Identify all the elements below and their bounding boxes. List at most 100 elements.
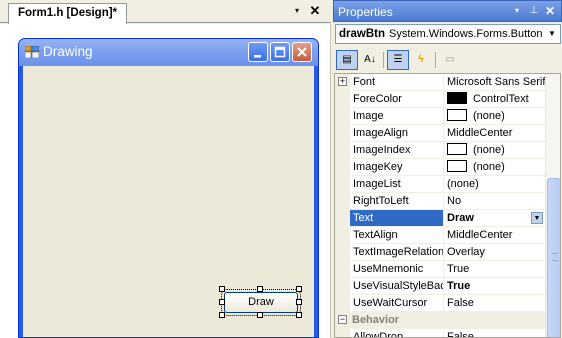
property-row[interactable]: TextAlign MiddleCenter (335, 227, 545, 244)
property-row[interactable]: Text Draw ▼ (335, 210, 545, 227)
window-position-dropdown-icon[interactable]: ▾ (510, 4, 524, 18)
minimize-button[interactable] (248, 42, 268, 62)
property-name[interactable]: TextAlign (350, 227, 444, 244)
property-row[interactable]: UseMnemonic True (335, 261, 545, 278)
property-name[interactable]: ForeColor (350, 91, 444, 108)
property-name[interactable]: ImageAlign (350, 125, 444, 142)
property-value[interactable]: No (444, 193, 545, 210)
property-value[interactable]: ControlText (444, 91, 545, 108)
color-swatch (447, 143, 467, 155)
property-value[interactable]: MiddleCenter (444, 125, 545, 142)
property-value[interactable]: Microsoft Sans Serif (444, 74, 545, 91)
property-grid[interactable]: + Font Microsoft Sans Serif ForeColor Contro… (334, 73, 561, 338)
form-titlebar[interactable]: Drawing (19, 39, 318, 66)
property-value-text: (none) (447, 178, 479, 190)
resize-handle[interactable] (219, 312, 225, 318)
property-row[interactable]: UseWaitCursor False (335, 295, 545, 312)
row-gutter (335, 261, 350, 278)
property-value-text: (none) (473, 161, 505, 173)
resize-handle[interactable] (296, 312, 302, 318)
property-value-text: (none) (473, 144, 505, 156)
row-gutter (335, 227, 350, 244)
property-row[interactable]: ImageIndex (none) (335, 142, 545, 159)
property-value[interactable]: Overlay (444, 244, 545, 261)
resize-handle[interactable] (219, 299, 225, 305)
property-value-text: Draw (447, 212, 474, 224)
collapse-icon[interactable]: − (338, 315, 347, 324)
property-value[interactable]: (none) (444, 159, 545, 176)
property-name[interactable]: Text (350, 210, 444, 227)
property-name[interactable]: UseMnemonic (350, 261, 444, 278)
auto-hide-pin-icon[interactable]: ⊥ (527, 4, 541, 18)
alphabetical-sort-icon[interactable]: A↓ (359, 50, 381, 70)
events-lightning-icon[interactable]: ϟ (410, 50, 432, 70)
category-row-behavior[interactable]: − Behavior (335, 312, 545, 329)
expand-icon[interactable]: + (338, 77, 347, 86)
property-value[interactable]: True (444, 278, 545, 295)
resize-handle[interactable] (257, 312, 263, 318)
property-row[interactable]: ForeColor ControlText (335, 91, 545, 108)
vertical-scrollbar[interactable] (545, 74, 560, 337)
property-name[interactable]: ImageList (350, 176, 444, 193)
toolbar-divider (435, 52, 436, 68)
properties-view-icon[interactable]: ☰ (387, 50, 409, 70)
value-dropdown-icon[interactable]: ▼ (531, 212, 543, 224)
property-value[interactable]: Draw ▼ (444, 210, 545, 227)
tab-form1-design[interactable]: Form1.h [Design]* (8, 3, 128, 24)
row-gutter (335, 193, 350, 210)
resize-handle[interactable] (219, 286, 225, 292)
property-value[interactable]: (none) (444, 142, 545, 159)
property-row[interactable]: AllowDrop False (335, 329, 545, 337)
property-value[interactable]: (none) (444, 108, 545, 125)
property-row[interactable]: ImageAlign MiddleCenter (335, 125, 545, 142)
maximize-button[interactable] (270, 42, 290, 62)
resize-handle[interactable] (257, 286, 263, 292)
property-value[interactable]: MiddleCenter (444, 227, 545, 244)
row-gutter (335, 176, 350, 193)
close-button[interactable] (292, 42, 312, 62)
property-value-text: False (447, 297, 474, 309)
property-row[interactable]: UseVisualStyleBackColorTrue (335, 278, 545, 295)
property-row[interactable]: Image (none) (335, 108, 545, 125)
property-name[interactable]: ImageIndex (350, 142, 444, 159)
property-value-text: MiddleCenter (447, 229, 513, 241)
property-value[interactable]: False (444, 329, 545, 337)
color-swatch (447, 109, 467, 121)
property-pages-icon[interactable]: ▭ (439, 50, 461, 70)
property-name[interactable]: UseVisualStyleBackColor (350, 278, 444, 295)
property-row[interactable]: ImageKey (none) (335, 159, 545, 176)
property-row[interactable]: ImageList (none) (335, 176, 545, 193)
property-name[interactable]: AllowDrop (350, 329, 444, 337)
property-value[interactable]: True (444, 261, 545, 278)
property-name[interactable]: Font (350, 74, 444, 91)
property-name[interactable]: ImageKey (350, 159, 444, 176)
scrollbar-grip (552, 253, 558, 261)
property-value-text: No (447, 195, 462, 207)
resize-handle[interactable] (296, 286, 302, 292)
row-gutter (335, 244, 350, 261)
window-list-dropdown-icon[interactable]: ▾ (290, 4, 304, 18)
form-title: Drawing (43, 44, 93, 59)
object-selector-dropdown[interactable]: drawBtn System.Windows.Forms.Button ▼ (335, 24, 561, 44)
property-name[interactable]: TextImageRelation (350, 244, 444, 261)
property-row[interactable]: TextImageRelation Overlay (335, 244, 545, 261)
property-value-text: (none) (473, 110, 505, 122)
property-value[interactable]: (none) (444, 176, 545, 193)
property-name[interactable]: RightToLeft (350, 193, 444, 210)
categorized-view-icon[interactable]: ▤ (336, 50, 358, 70)
toolbar-divider (383, 52, 384, 68)
property-value-text: ControlText (473, 93, 529, 105)
property-row[interactable]: + Font Microsoft Sans Serif (335, 74, 545, 91)
scrollbar-thumb[interactable] (547, 178, 560, 337)
close-document-icon[interactable]: ✕ (308, 4, 322, 18)
property-value[interactable]: False (444, 295, 545, 312)
property-name[interactable]: UseWaitCursor (350, 295, 444, 312)
chevron-down-icon[interactable]: ▼ (546, 27, 558, 41)
design-surface[interactable]: Drawing Draw (0, 24, 331, 338)
draw-button[interactable]: Draw (221, 289, 301, 316)
property-name[interactable]: Image (350, 108, 444, 125)
resize-handle[interactable] (296, 299, 302, 305)
property-row[interactable]: RightToLeft No (335, 193, 545, 210)
close-properties-icon[interactable]: ✕ (543, 4, 557, 18)
properties-titlebar[interactable]: Properties ▾ ⊥ ✕ (333, 0, 562, 22)
